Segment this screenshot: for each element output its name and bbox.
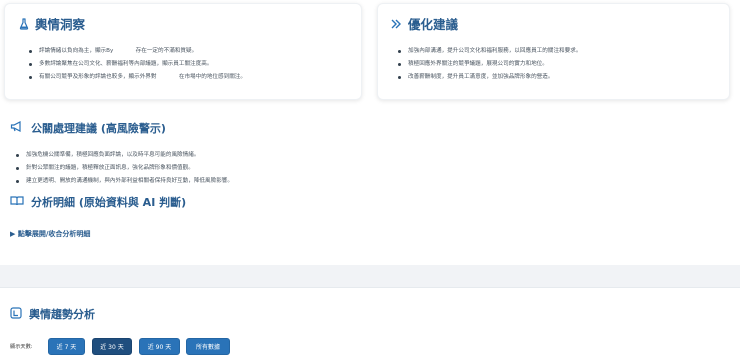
pr-bullet-list: 加強危機公關準備，積極回應負面評論，以及時平息可能的風險情緒。 針對公眾關注的議… [14,152,233,192]
optimize-bullet-list: 加強內部溝通，提升公司文化和福利服務，以回應員工的關注和要求。 積極回應外界關注… [396,48,581,88]
insights-bullet: 有關公司競爭及形象的評論也較多，顯示外界對 在市場中的地位感到關注。 [27,74,246,88]
analysis-title-text: 分析明細 (原始資料與 AI 判斷) [31,196,187,209]
insights-title-text: 輿情洞察 [35,17,86,32]
analysis-section-title: 分析明細 (原始資料與 AI 判斷) [10,194,186,210]
range-30-days-button[interactable]: 近 30 天 [92,338,132,355]
megaphone-icon [10,121,24,135]
insights-bullet-list: 評論情緒以負向為主，顯示By 存在一定的不滿和質疑。 多數評論聚焦在公司文化、薪… [27,48,246,88]
insights-card-title: 輿情洞察 [19,14,85,33]
range-all-data-button[interactable]: 所有數據 [186,338,230,355]
optimize-card: 優化建議 加強內部溝通，提升公司文化和福利服務，以回應員工的關注和要求。 積極回… [377,3,730,100]
pr-title-text: 公關處理建議 (高風險警示) [31,122,166,135]
range-90-days-button[interactable]: 近 90 天 [139,338,180,355]
chart-box-icon [10,306,22,322]
double-chevron-icon [390,18,402,30]
book-open-icon [10,195,24,209]
range-7-days-button[interactable]: 近 7 天 [48,338,85,355]
optimize-card-title: 優化建議 [390,14,458,33]
pr-bullet: 建立更透明、開放的溝通機制，與內外部利益相關者保持良好互動，降低風險影響。 [14,178,233,192]
days-label: 顯示天數: [10,344,33,350]
flask-icon [19,17,29,30]
section-divider-band [0,265,740,287]
analysis-toggle-link[interactable]: ▶ 點擊展開/收合分析明細 [10,229,90,239]
trend-title-text: 輿情趨勢分析 [29,308,95,321]
pr-section-title: 公關處理建議 (高風險警示) [10,120,166,136]
insights-card: 輿情洞察 評論情緒以負向為主，顯示By 存在一定的不滿和質疑。 多數評論聚焦在公… [4,3,362,100]
optimize-bullet: 改善薪酬制度，提升員工滿意度，並加強品牌形象的營造。 [396,74,581,88]
optimize-title-text: 優化建議 [408,17,459,32]
trend-section-title: 輿情趨勢分析 [10,306,95,322]
